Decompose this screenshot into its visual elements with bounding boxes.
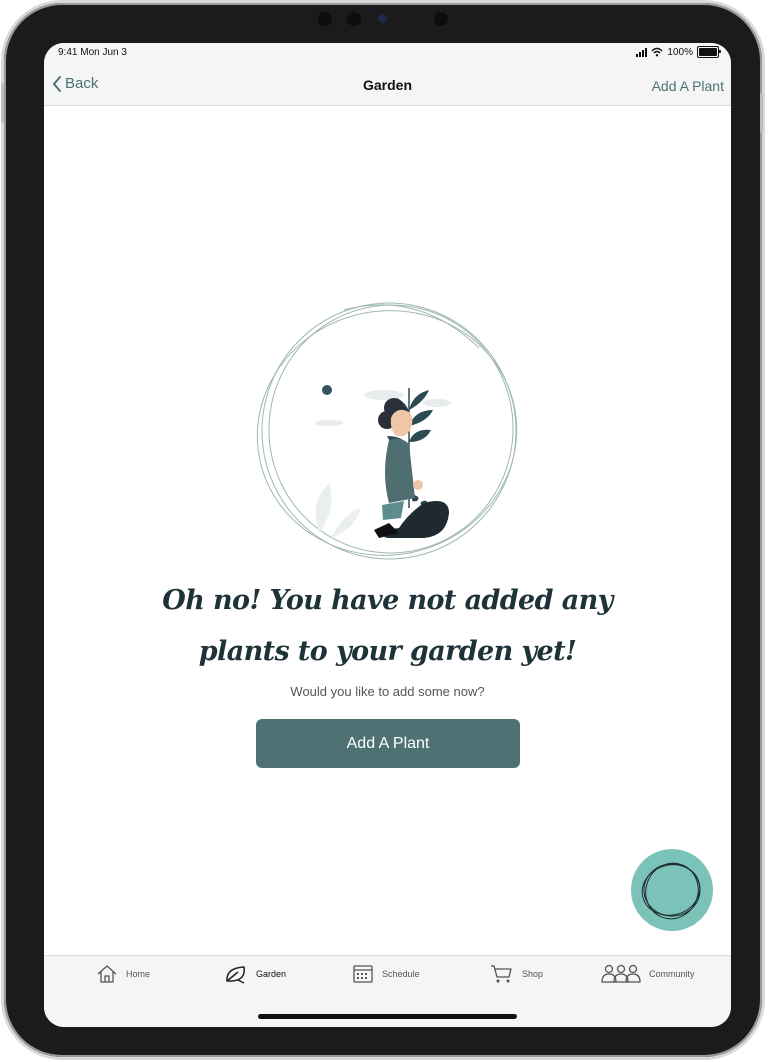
empty-state-headline-line1: Oh no! You have not added any: [162, 585, 613, 616]
calendar-icon: [353, 965, 373, 983]
navigation-bar: Back Garden Add A Plant: [44, 65, 731, 106]
empty-state-headline-line2: plants to your garden yet!: [198, 636, 577, 667]
home-indicator[interactable]: [258, 1014, 517, 1019]
tab-garden[interactable]: Garden: [224, 964, 286, 984]
tab-home-label: Home: [126, 969, 151, 979]
camera-dot: [318, 12, 332, 26]
add-plant-button[interactable]: Add A Plant: [256, 719, 520, 768]
power-button: [760, 93, 763, 133]
cart-icon: [491, 965, 512, 983]
empty-state-subtext: Would you like to add some now?: [290, 684, 485, 699]
add-plant-nav-button[interactable]: Add A Plant: [652, 78, 724, 94]
status-time: 9:41 Mon Jun 3: [58, 47, 127, 58]
tab-home[interactable]: Home: [96, 964, 150, 984]
wifi-icon: [651, 47, 663, 57]
tab-shop[interactable]: Shop: [490, 964, 543, 984]
tab-shop-label: Shop: [522, 969, 544, 979]
home-icon: [97, 965, 117, 983]
tab-schedule[interactable]: Schedule: [352, 964, 420, 984]
camera-dot: [347, 12, 361, 26]
people-icon: [601, 964, 641, 983]
tab-schedule-label: Schedule: [382, 969, 420, 979]
scribble-circle-icon: [641, 862, 701, 920]
app-screen: 9:41 Mon Jun 3 100% Back Garden Add A Pl…: [44, 43, 731, 1027]
floating-action-button[interactable]: [631, 849, 713, 931]
camera-dot: [434, 12, 448, 26]
battery-level: [699, 48, 717, 56]
camera-lens: [378, 14, 387, 23]
battery-icon: [697, 46, 721, 58]
tab-bar: Home Garden Schedule Shop Community: [44, 955, 731, 1027]
cellular-signal-icon: [636, 47, 648, 57]
gardener-illustration: [256, 302, 518, 560]
status-indicators: 100%: [636, 46, 721, 58]
status-bar: 9:41 Mon Jun 3 100%: [44, 43, 731, 65]
tab-community-label: Community: [649, 969, 695, 979]
tab-community[interactable]: Community: [601, 964, 695, 984]
leaf-icon: [226, 966, 245, 984]
tablet-frame: 9:41 Mon Jun 3 100% Back Garden Add A Pl…: [1, 3, 763, 1057]
tab-garden-label: Garden: [256, 969, 287, 979]
battery-percent: 100%: [667, 46, 693, 58]
page-title: Garden: [362, 77, 412, 93]
volume-button: [1, 83, 4, 123]
